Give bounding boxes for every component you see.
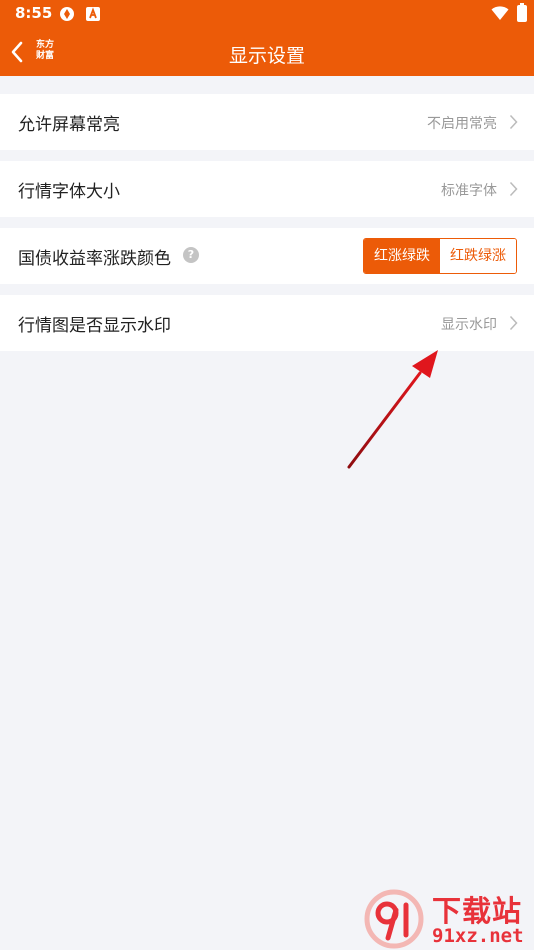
status-bar: 8:55 — [0, 0, 534, 28]
setting-row-font-size[interactable]: 行情字体大小 标准字体 — [0, 161, 534, 217]
chevron-right-icon — [509, 114, 518, 130]
setting-row-bond-color: 国债收益率涨跌颜色 ? 红涨绿跌 红跌绿涨 — [0, 228, 534, 284]
setting-row-watermark[interactable]: 行情图是否显示水印 显示水印 — [0, 295, 534, 351]
app-notification-icon — [60, 7, 74, 21]
setting-row-screen-on[interactable]: 允许屏幕常亮 不启用常亮 — [0, 94, 534, 150]
setting-value: 不启用常亮 — [427, 116, 497, 132]
setting-value: 标准字体 — [441, 183, 497, 199]
setting-label: 允许屏幕常亮 — [18, 115, 120, 135]
battery-icon — [517, 3, 527, 22]
notification-a-icon — [86, 7, 100, 21]
watermark-url: 91xz.net — [432, 925, 524, 947]
watermark-logo-icon — [364, 889, 424, 949]
setting-label: 行情字体大小 — [18, 182, 120, 202]
chevron-right-icon — [509, 315, 518, 331]
setting-label: 国债收益率涨跌颜色 — [18, 249, 171, 269]
annotation-arrow-icon — [347, 350, 438, 469]
setting-value: 显示水印 — [441, 317, 497, 333]
site-watermark: 下载站 91xz.net — [362, 888, 534, 950]
toggle-red-up-green-down[interactable]: 红涨绿跌 — [364, 239, 440, 273]
help-icon[interactable]: ? — [183, 247, 199, 263]
toggle-red-down-green-up[interactable]: 红跌绿涨 — [440, 239, 516, 273]
watermark-title: 下载站 — [432, 894, 523, 928]
chevron-right-icon — [509, 181, 518, 197]
color-toggle: 红涨绿跌 红跌绿涨 — [363, 238, 517, 274]
nav-bar: 东方 财富 显示设置 — [0, 28, 534, 76]
wifi-icon — [491, 6, 509, 20]
page-title: 显示设置 — [228, 45, 305, 67]
setting-label: 行情图是否显示水印 — [18, 316, 171, 336]
status-time: 8:55 — [15, 4, 53, 22]
